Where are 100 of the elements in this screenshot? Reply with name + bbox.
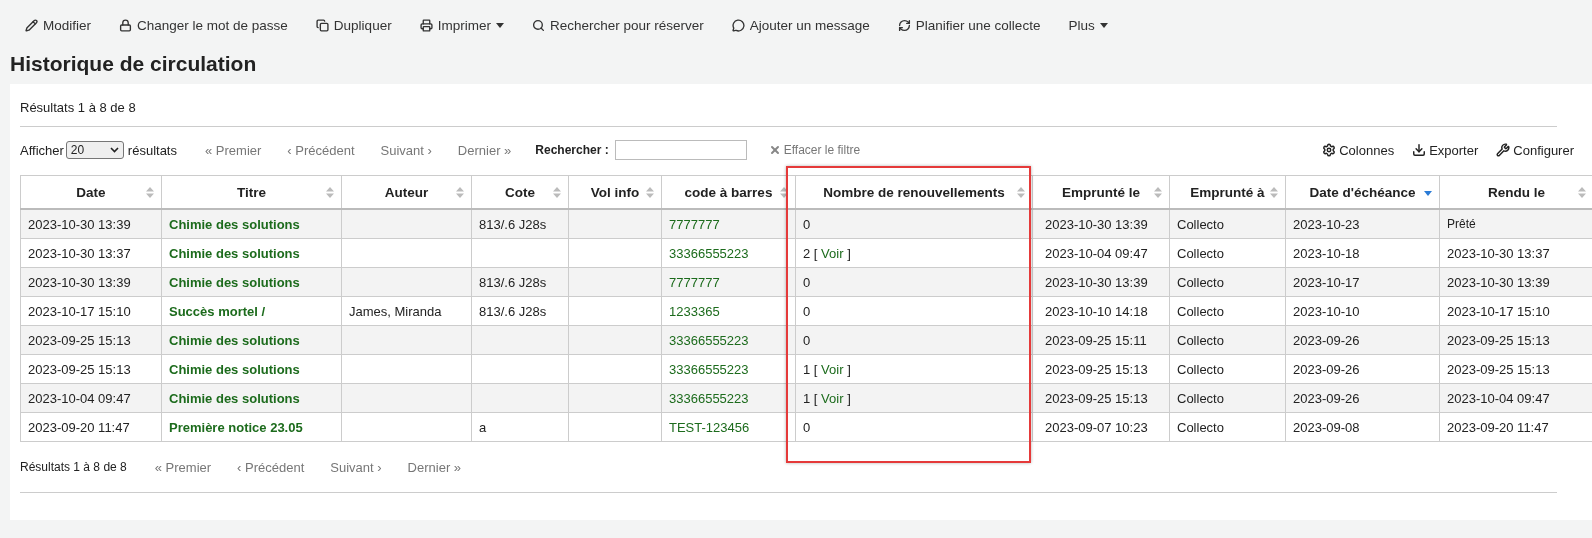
bracket-text: [ bbox=[813, 390, 818, 406]
table-action-button[interactable]: Configurer bbox=[1496, 142, 1574, 158]
page-size-select[interactable]: 20 bbox=[65, 141, 124, 159]
table-cell: 2023-09-26 bbox=[1285, 354, 1440, 384]
table-cell: James, Miranda bbox=[341, 296, 472, 326]
table-cell: 2023-10-23 bbox=[1285, 209, 1440, 239]
clear-filter-link[interactable]: Effacer le filtre bbox=[768, 143, 861, 157]
toolbar-button[interactable]: Rechercher pour réserver bbox=[520, 11, 715, 39]
column-header[interactable]: Cote bbox=[471, 175, 569, 209]
search-icon bbox=[531, 18, 545, 32]
table-cell: 2023-10-30 13:39 bbox=[1032, 209, 1170, 239]
column-header[interactable]: Emprunté à bbox=[1169, 175, 1286, 209]
table-cell: 2023-10-18 bbox=[1285, 238, 1440, 268]
toolbar-button[interactable]: Imprimer bbox=[408, 11, 515, 39]
table-cell: a bbox=[471, 412, 569, 442]
table-cell: Collecto bbox=[1169, 209, 1286, 239]
column-header[interactable]: Date bbox=[20, 175, 162, 209]
pagination-link[interactable]: « Premier bbox=[205, 142, 262, 158]
barcode-link[interactable]: 33366555223 bbox=[669, 361, 749, 377]
toolbar-button[interactable]: Planifier une collecte bbox=[886, 11, 1052, 39]
view-renewals-link[interactable]: Voir bbox=[821, 390, 844, 406]
bracket-text: ] bbox=[847, 361, 851, 377]
pagination-link[interactable]: Dernier » bbox=[407, 459, 462, 475]
search-field[interactable] bbox=[614, 140, 747, 160]
barcode-link[interactable]: 33366555223 bbox=[669, 332, 749, 348]
title-link[interactable]: Première notice 23.05 bbox=[169, 419, 303, 435]
toolbar-button[interactable]: Dupliquer bbox=[304, 11, 403, 39]
table-cell: 2023-09-25 15:13 bbox=[20, 354, 162, 384]
table-cell: 2023-10-30 13:39 bbox=[1032, 267, 1170, 297]
table-cell: 2023-09-25 15:13 bbox=[1032, 383, 1170, 413]
view-renewals-link[interactable]: Voir bbox=[821, 245, 844, 261]
search-label: Rechercher : bbox=[535, 143, 609, 157]
title-link[interactable]: Chimie des solutions bbox=[169, 245, 300, 261]
barcode-link[interactable]: 7777777 bbox=[669, 216, 720, 232]
view-renewals-link[interactable]: Voir bbox=[821, 361, 844, 377]
bracket-text: ] bbox=[847, 245, 851, 261]
table-cell: 813/.6 J28s bbox=[471, 267, 569, 297]
table-cell: Collecto bbox=[1169, 296, 1286, 326]
title-link[interactable]: Chimie des solutions bbox=[169, 361, 300, 377]
wrench-icon bbox=[1496, 143, 1511, 157]
barcode-link[interactable]: 1233365 bbox=[669, 303, 720, 319]
speech-bubble-icon bbox=[731, 18, 745, 32]
title-link[interactable]: Chimie des solutions bbox=[169, 216, 300, 232]
results-label: résultats bbox=[127, 142, 177, 158]
table-action-button[interactable]: Exporter bbox=[1412, 142, 1479, 158]
table-cell: 813/.6 J28s bbox=[471, 209, 569, 239]
barcode-link[interactable]: TEST-123456 bbox=[669, 419, 750, 435]
pagination-link[interactable]: ‹ Précédent bbox=[237, 459, 305, 475]
column-header[interactable]: Vol info bbox=[568, 175, 662, 209]
download-icon bbox=[1412, 143, 1427, 157]
table-cell: 2023-10-04 09:47 bbox=[20, 383, 162, 413]
column-header[interactable]: code à barres bbox=[661, 175, 796, 209]
renewals-count: 0 bbox=[803, 303, 811, 319]
renewals-count: 0 bbox=[803, 332, 811, 348]
results-count: Résultats 1 à 8 de 8 bbox=[20, 460, 127, 474]
column-header[interactable]: Emprunté le bbox=[1032, 175, 1170, 209]
bracket-text: [ bbox=[813, 361, 818, 377]
pagination-link[interactable]: « Premier bbox=[154, 459, 212, 475]
title-link[interactable]: Chimie des solutions bbox=[169, 390, 300, 406]
table-cell: 2023-09-25 15:13 bbox=[1032, 354, 1170, 384]
title-link[interactable]: Succès mortel / bbox=[169, 303, 266, 319]
caret-icon bbox=[495, 22, 504, 28]
pencil-icon bbox=[25, 18, 38, 32]
refresh-icon bbox=[897, 18, 911, 32]
results-count: Résultats 1 à 8 de 8 bbox=[20, 100, 136, 115]
table-cell: 2023-09-08 bbox=[1285, 412, 1440, 442]
pagination-link[interactable]: Dernier » bbox=[457, 142, 512, 158]
table-cell: Collecto bbox=[1169, 412, 1286, 442]
table-cell: 2023-09-26 bbox=[1285, 383, 1440, 413]
barcode-link[interactable]: 33366555223 bbox=[669, 245, 749, 261]
column-header[interactable]: Date d'échéance bbox=[1285, 175, 1440, 209]
toolbar-button[interactable]: Modifier bbox=[14, 11, 102, 39]
pagination-link[interactable]: Suivant › bbox=[380, 142, 432, 158]
table-cell: 2023-10-10 14:18 bbox=[1032, 296, 1170, 326]
pagination-link[interactable]: ‹ Précédent bbox=[287, 142, 355, 158]
title-link[interactable]: Chimie des solutions bbox=[169, 332, 300, 348]
title-link[interactable]: Chimie des solutions bbox=[169, 274, 300, 290]
toolbar-button[interactable]: Ajouter un message bbox=[720, 11, 881, 39]
table-cell: 2023-10-17 bbox=[1285, 267, 1440, 297]
barcode-link[interactable]: 33366555223 bbox=[669, 390, 749, 406]
pagination-link[interactable]: Suivant › bbox=[330, 459, 382, 475]
barcode-link[interactable]: 7777777 bbox=[669, 274, 720, 290]
renewals-count: 1 bbox=[803, 361, 811, 377]
table-cell: 2023-09-25 15:11 bbox=[1032, 325, 1170, 355]
lock-icon bbox=[119, 18, 132, 32]
table-cell: 2023-09-25 15:13 bbox=[20, 325, 162, 355]
toolbar-button[interactable]: Plus bbox=[1057, 11, 1119, 39]
caret-icon bbox=[1099, 22, 1108, 28]
table-cell: Collecto bbox=[1169, 238, 1286, 268]
column-header[interactable]: Nombre de renouvellements bbox=[795, 175, 1033, 209]
table-cell: 2023-10-17 15:10 bbox=[20, 296, 162, 326]
renewals-count: 2 bbox=[803, 245, 811, 261]
column-header[interactable]: Titre bbox=[161, 175, 342, 209]
table-cell: 2023-10-04 09:47 bbox=[1032, 238, 1170, 268]
settings-icon bbox=[1322, 143, 1337, 157]
table-cell: Collecto bbox=[1169, 267, 1286, 297]
column-header[interactable]: Auteur bbox=[341, 175, 472, 209]
toolbar-button[interactable]: Changer le mot de passe bbox=[108, 11, 299, 39]
column-header[interactable]: Rendu le bbox=[1439, 175, 1592, 209]
table-action-button[interactable]: Colonnes bbox=[1322, 142, 1395, 158]
